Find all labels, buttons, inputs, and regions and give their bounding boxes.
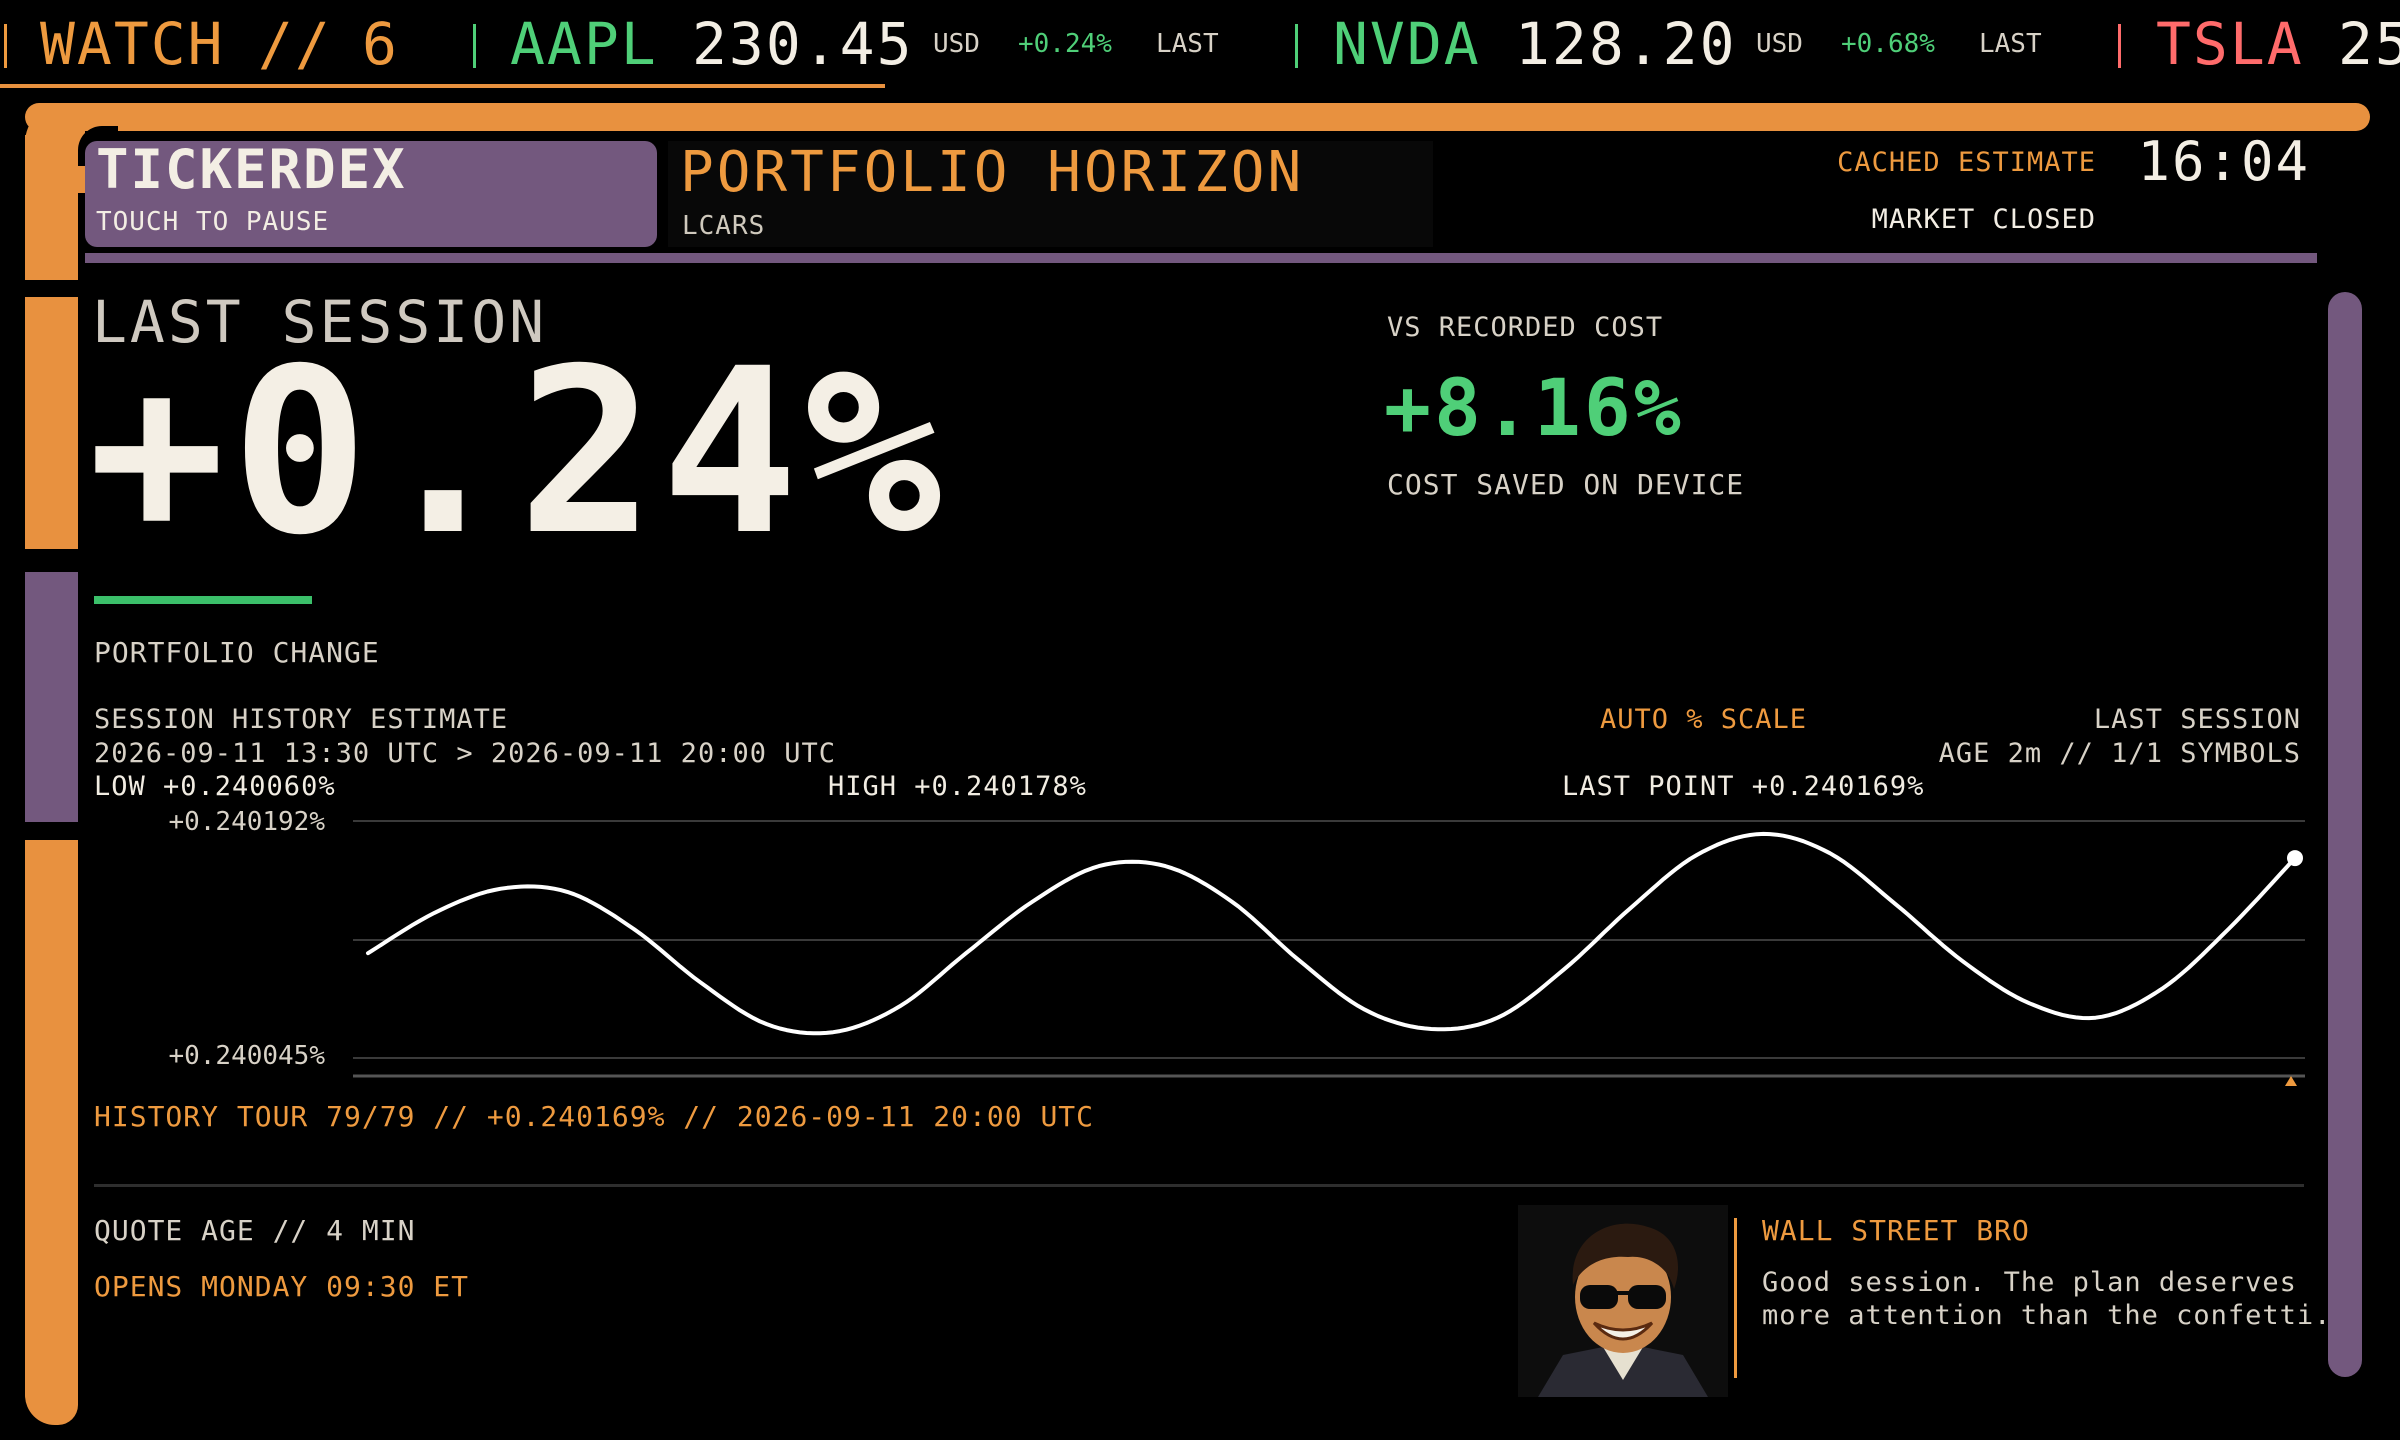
ticker-separator [2118, 24, 2121, 68]
advisor-name: WALL STREET BRO [1762, 1214, 2030, 1247]
last-point-marker [2287, 850, 2303, 867]
ticker-currency: USD [933, 29, 980, 59]
page-subtitle: LCARS [682, 211, 766, 241]
ticker-currency: USD [1756, 29, 1803, 59]
history-low: LOW +0.240060% [94, 771, 336, 802]
watch-label: WATCH [40, 10, 225, 78]
portfolio-change-caption: PORTFOLIO CHANGE [94, 636, 380, 669]
cache-label: CACHED ESTIMATE [1837, 147, 2096, 178]
clock: 16:04 [2137, 130, 2310, 193]
session-change-value: +0.24% [88, 319, 948, 585]
vs-cost-value: +8.16% [1384, 364, 1684, 454]
section-divider [94, 1184, 2304, 1187]
avatar-sunglasses-bridge [1616, 1291, 1630, 1295]
frame-block-2 [25, 297, 78, 549]
ticker-progress-underline [0, 84, 885, 88]
history-high: HIGH +0.240178% [828, 771, 1087, 802]
ticker-status: LAST [1979, 29, 2042, 59]
watch-count: 6 [362, 10, 399, 78]
auto-scale-toggle[interactable]: AUTO % SCALE [1600, 704, 1807, 735]
market-status: MARKET CLOSED [1871, 204, 2096, 235]
advisor-avatar [1518, 1205, 1728, 1397]
header-divider [85, 253, 2317, 263]
ticker-price: 25 [2338, 10, 2400, 78]
quote-age: QUOTE AGE // 4 MIN [94, 1214, 416, 1247]
series-line [366, 831, 2297, 1036]
vs-cost-label: VS RECORDED COST [1387, 312, 1664, 343]
page-title: PORTFOLIO HORIZON [680, 140, 1305, 205]
scrollbar[interactable] [2328, 292, 2362, 1377]
history-age: AGE 2m // 1/1 SYMBOLS [1938, 738, 2301, 769]
ticker-price: 230.45 [692, 10, 914, 78]
history-title: SESSION HISTORY ESTIMATE [94, 704, 509, 735]
frame-block-3 [25, 572, 78, 822]
y-tick-bottom: +0.240045% [168, 1041, 325, 1071]
session-history-chart[interactable]: +0.240192% +0.240045% [80, 800, 2320, 1100]
ticker-separator [1295, 24, 1298, 68]
ticker-separator [4, 24, 7, 68]
avatar-sunglasses-right [1628, 1285, 1666, 1309]
ticker-status: LAST [1156, 29, 1219, 59]
session-underline [94, 596, 312, 604]
ticker-price: 128.20 [1515, 10, 1737, 78]
market-opens: OPENS MONDAY 09:30 ET [94, 1270, 470, 1303]
brand-title: TICKERDEX [96, 138, 407, 201]
ticker-change: +0.68% [1841, 29, 1935, 59]
history-last-point: LAST POINT +0.240169% [1562, 771, 1925, 802]
frame-block-4 [25, 840, 78, 1425]
history-session-label: LAST SESSION [2093, 704, 2301, 735]
ticker-symbol: TSLA [2156, 10, 2304, 78]
advisor-message: Good session. The plan deserves more att… [1762, 1267, 2332, 1331]
frame-top-bar [25, 103, 2370, 131]
ticker-symbol: NVDA [1333, 10, 1481, 78]
advisor-rule [1734, 1218, 1737, 1378]
vs-cost-caption: COST SAVED ON DEVICE [1387, 468, 1745, 501]
brand-subtitle: TOUCH TO PAUSE [96, 207, 330, 237]
frame-block-1 [25, 135, 78, 280]
avatar-sunglasses-left [1580, 1285, 1618, 1309]
ticker-bar: WATCH // 6 AAPL 230.45 USD +0.24% LAST N… [0, 0, 2400, 88]
ticker-separator [473, 24, 476, 68]
ticker-change: +0.24% [1018, 29, 1112, 59]
watch-sep: // [258, 10, 332, 78]
ticker-symbol: AAPL [510, 10, 658, 78]
y-tick-top: +0.240192% [168, 807, 325, 837]
history-range: 2026-09-11 13:30 UTC > 2026-09-11 20:00 … [94, 738, 836, 769]
history-tour-status: HISTORY TOUR 79/79 // +0.240169% // 2026… [94, 1100, 1095, 1133]
